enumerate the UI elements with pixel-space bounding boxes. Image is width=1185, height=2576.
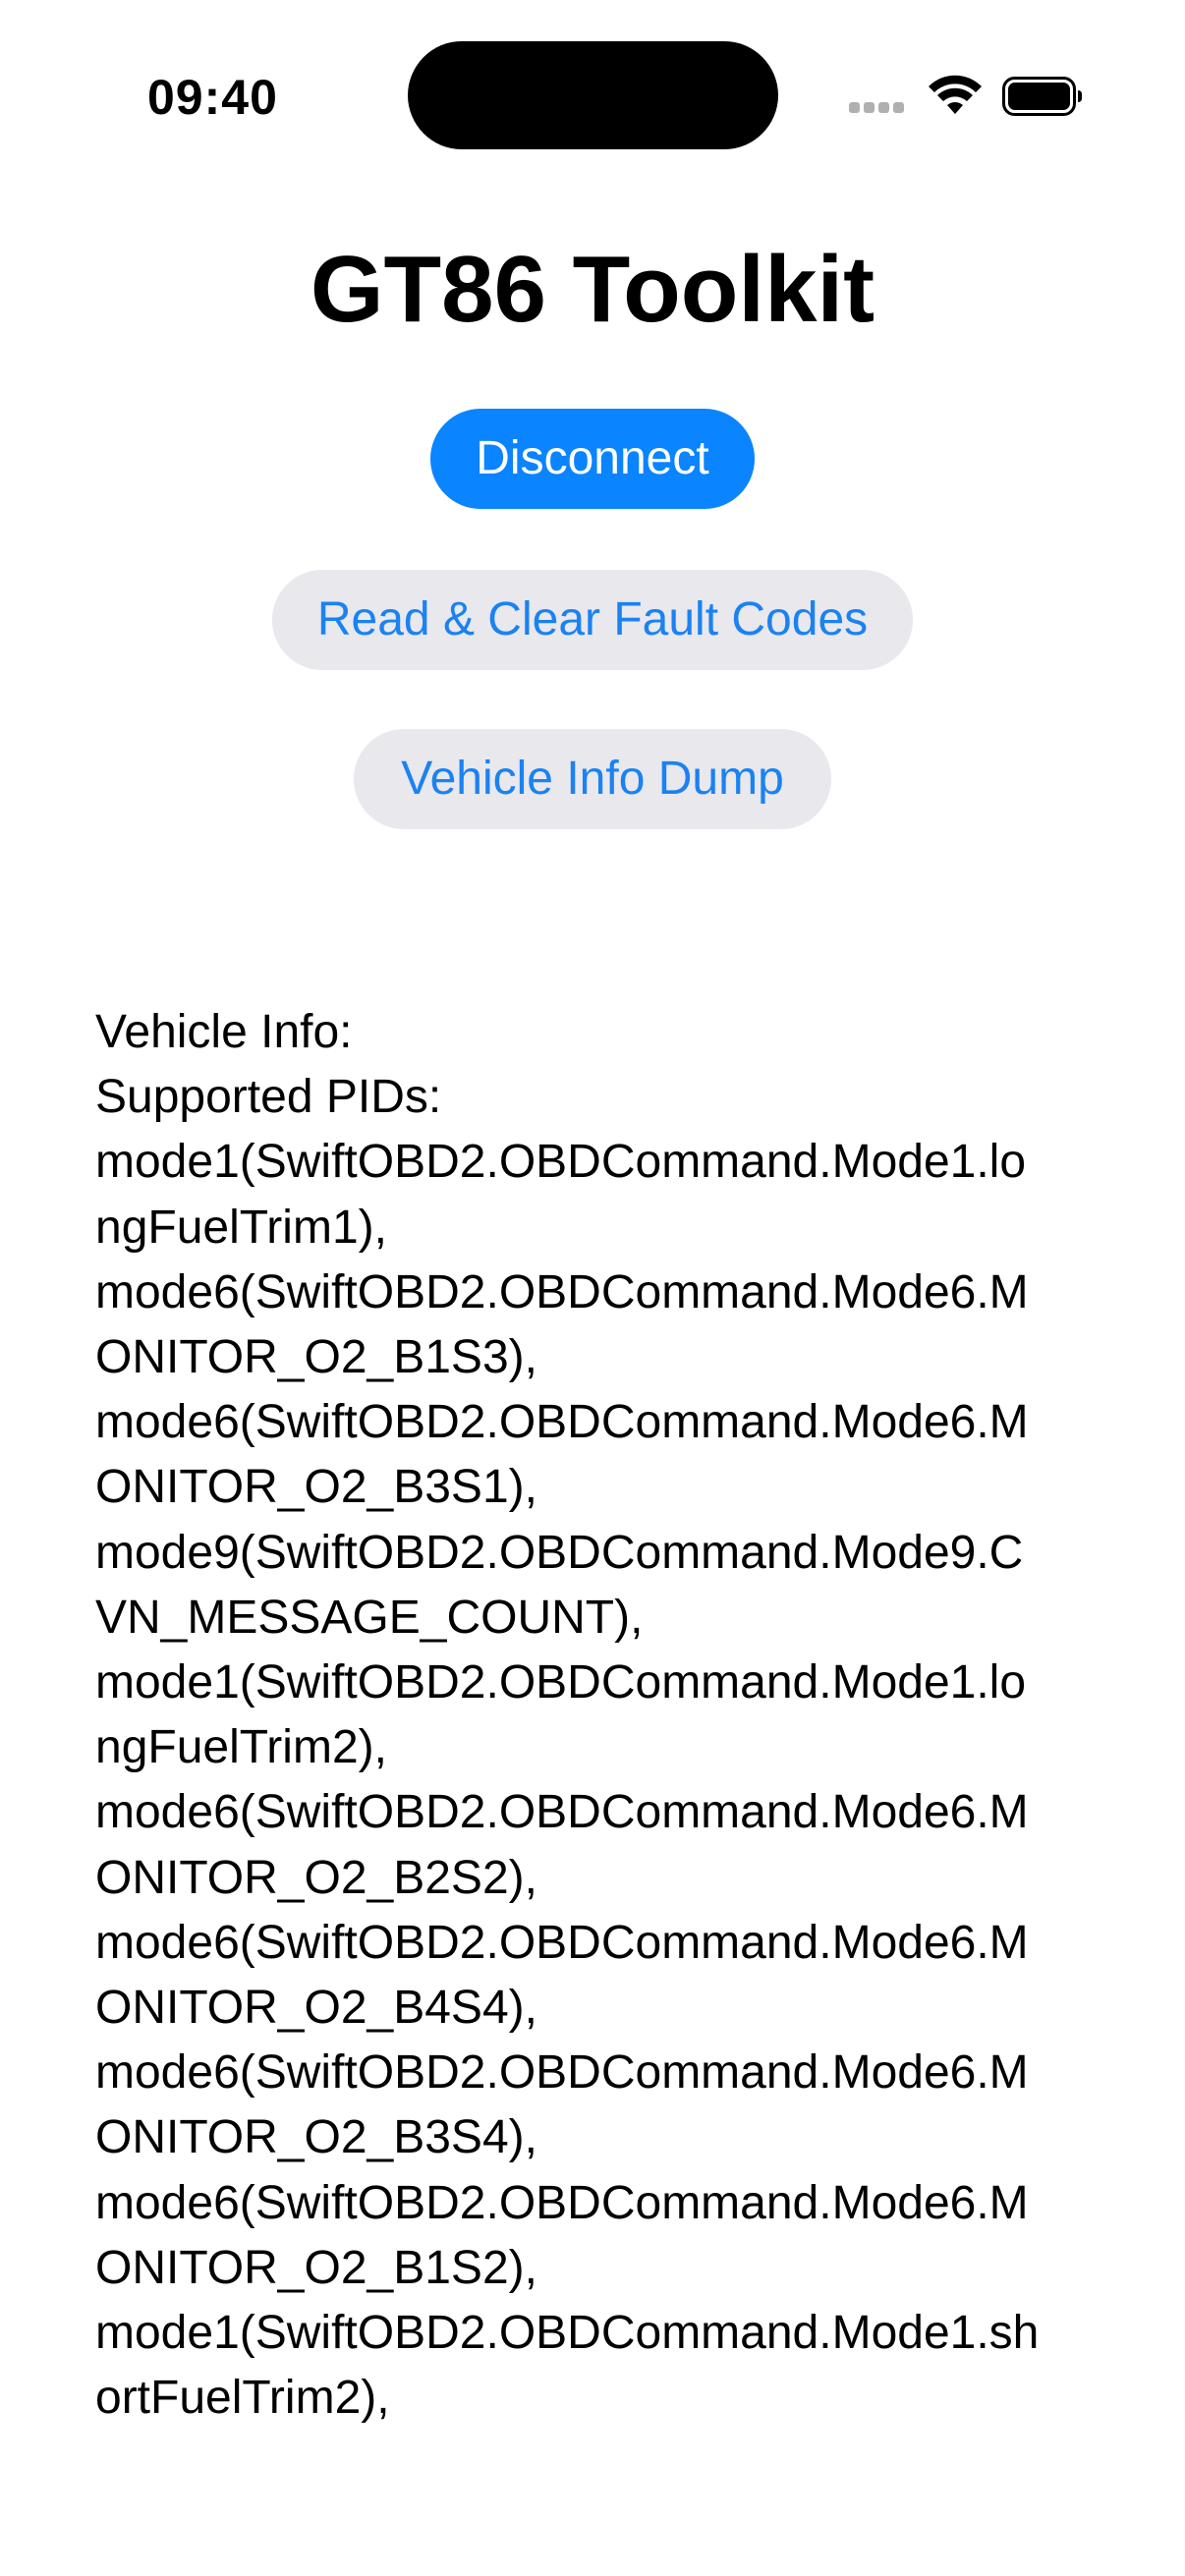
disconnect-button[interactable]: Disconnect: [430, 409, 755, 509]
wifi-icon: [929, 75, 982, 114]
dynamic-island: [408, 41, 778, 149]
read-clear-fault-codes-button[interactable]: Read & Clear Fault Codes: [272, 570, 913, 670]
status-time: 09:40: [147, 70, 278, 125]
battery-icon: [1002, 77, 1082, 116]
cellular-signal-icon: [849, 102, 908, 116]
vehicle-info-output: Vehicle Info: Supported PIDs: mode1(Swif…: [95, 1006, 1040, 2425]
vehicle-info-dump-button[interactable]: Vehicle Info Dump: [354, 729, 831, 829]
status-bar: 09:40: [0, 0, 1185, 187]
page-title: GT86 Toolkit: [310, 237, 875, 342]
